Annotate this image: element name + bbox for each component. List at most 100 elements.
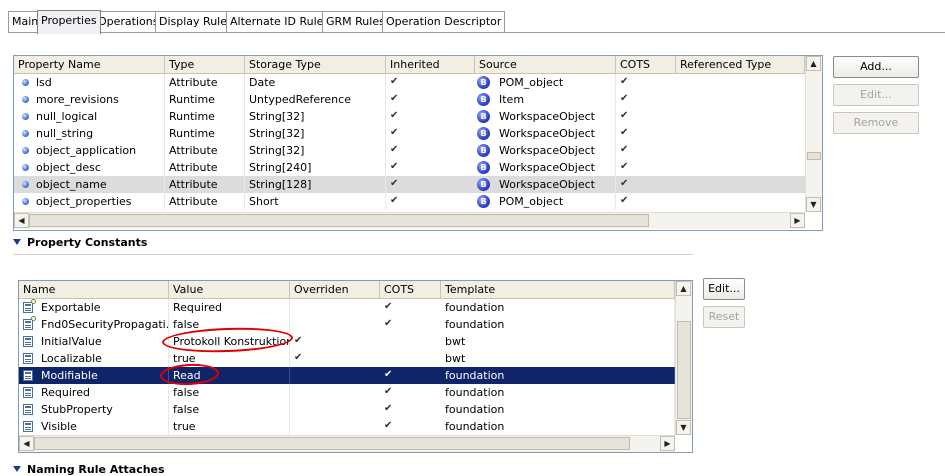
col-type[interactable]: Type — [165, 56, 245, 73]
constants-horizontal-scrollbar[interactable]: ◀ ▶ — [19, 435, 675, 452]
table-row[interactable]: null_logical Runtime String[32] ✔ B Work… — [14, 108, 805, 125]
constant-name: InitialValue — [37, 333, 169, 350]
col-property-name[interactable]: Property Name — [14, 56, 165, 73]
table-row[interactable]: object_properties Attribute Short ✔ B PO… — [14, 193, 805, 210]
cots-check-icon: ✔ — [384, 301, 393, 312]
constants-vertical-scrollbar[interactable]: ▲ ▼ — [675, 281, 692, 435]
scroll-down-icon[interactable]: ▼ — [676, 420, 691, 435]
scroll-right-icon[interactable]: ▶ — [660, 436, 675, 451]
property-type: Attribute — [165, 142, 245, 159]
property-storage: Date — [245, 74, 386, 91]
col-inherited[interactable]: Inherited — [386, 56, 475, 73]
tab-grm-rules[interactable]: GRM Rules — [322, 11, 389, 32]
property-type: Runtime — [165, 91, 245, 108]
edit-property-button[interactable]: Edit... — [833, 84, 919, 106]
col-referenced-type[interactable]: Referenced Type — [676, 56, 805, 73]
business-object-icon: B — [477, 76, 490, 89]
property-name: object_desc — [32, 159, 165, 176]
cots-check-icon: ✔ — [384, 403, 393, 414]
property-type: Runtime — [165, 108, 245, 125]
property-type: Attribute — [165, 193, 245, 210]
scroll-right-icon[interactable]: ▶ — [790, 213, 805, 228]
property-name: null_string — [32, 125, 165, 142]
table-row[interactable]: lsd Attribute Date ✔ B POM_object ✔ — [14, 74, 805, 91]
constant-template: foundation — [441, 418, 675, 435]
table-row[interactable]: Exportable Required ✔ foundation — [19, 299, 675, 316]
col-source[interactable]: Source — [475, 56, 616, 73]
property-constants-section-header[interactable]: Property Constants — [13, 236, 147, 249]
property-source: POM_object — [495, 193, 616, 210]
table-row-selected[interactable]: object_name Attribute String[128] ✔ B Wo… — [14, 176, 805, 193]
col-cots[interactable]: COTS — [616, 56, 676, 73]
tab-display-rules[interactable]: Display Rules — [155, 11, 237, 32]
table-row[interactable]: Localizable true ✔ bwt — [19, 350, 675, 367]
table-row[interactable]: Required false ✔ foundation — [19, 384, 675, 401]
property-icon — [22, 113, 29, 120]
col-overriden[interactable]: Overriden — [290, 281, 380, 298]
table-row[interactable]: more_revisions Runtime UntypedReference … — [14, 91, 805, 108]
scroll-down-icon[interactable]: ▼ — [806, 197, 821, 212]
tab-operation-descriptor[interactable]: Operation Descriptor — [382, 11, 506, 32]
property-icon — [22, 164, 29, 171]
table-row[interactable]: object_application Attribute String[32] … — [14, 142, 805, 159]
scroll-up-icon[interactable]: ▲ — [806, 56, 821, 71]
scroll-thumb[interactable] — [34, 437, 630, 450]
tab-operations[interactable]: Operations — [94, 11, 163, 32]
cots-check-icon: ✔ — [620, 110, 629, 121]
col-value[interactable]: Value — [169, 281, 290, 298]
edit-constant-button[interactable]: Edit... — [703, 278, 745, 300]
table-row[interactable]: Fnd0SecurityPropagati... false ✔ foundat… — [19, 316, 675, 333]
table-row[interactable]: null_string Runtime String[32] ✔ B Works… — [14, 125, 805, 142]
table-row-selected[interactable]: Modifiable Read ✔ foundation — [19, 367, 675, 384]
constant-value: false — [169, 384, 290, 401]
cots-check-icon: ✔ — [620, 195, 629, 206]
naming-rule-attaches-section-header[interactable]: Naming Rule Attaches — [13, 463, 165, 476]
inherited-check-icon: ✔ — [390, 110, 399, 121]
constant-template: bwt — [441, 333, 675, 350]
cots-check-icon: ✔ — [620, 76, 629, 87]
col-name[interactable]: Name — [19, 281, 169, 298]
reset-button[interactable]: Reset — [703, 306, 745, 328]
property-storage: String[240] — [245, 159, 386, 176]
cots-check-icon: ✔ — [384, 369, 393, 380]
scroll-thumb[interactable] — [677, 321, 691, 419]
properties-vertical-scrollbar[interactable]: ▲ ▼ — [805, 56, 822, 212]
business-object-icon: B — [477, 144, 490, 157]
constant-name: StubProperty — [37, 401, 169, 418]
cots-check-icon: ✔ — [620, 93, 629, 104]
remove-button[interactable]: Remove — [833, 112, 919, 134]
constant-template: foundation — [441, 299, 675, 316]
cots-check-icon: ✔ — [620, 127, 629, 138]
inherited-check-icon: ✔ — [390, 195, 399, 206]
constant-name: Modifiable — [37, 367, 169, 384]
cots-check-icon: ✔ — [384, 420, 393, 431]
property-storage: String[32] — [245, 142, 386, 159]
property-name: object_application — [32, 142, 165, 159]
inherited-check-icon: ✔ — [390, 93, 399, 104]
collapse-triangle-icon — [13, 466, 21, 472]
properties-horizontal-scrollbar[interactable]: ◀ ▶ — [14, 212, 805, 229]
table-row[interactable]: StubProperty false ✔ foundation — [19, 401, 675, 418]
add-button[interactable]: Add... — [833, 56, 919, 78]
scroll-thumb[interactable] — [807, 152, 821, 160]
constant-name: Fnd0SecurityPropagati... — [37, 316, 169, 333]
col-storage-type[interactable]: Storage Type — [245, 56, 386, 73]
col-template[interactable]: Template — [441, 281, 675, 298]
table-row[interactable]: InitialValue Protokoll Konstruktion ✔ bw… — [19, 333, 675, 350]
property-name: object_properties — [32, 193, 165, 210]
table-row[interactable]: Visible true ✔ foundation — [19, 418, 675, 435]
property-type: Attribute — [165, 176, 245, 193]
property-name: lsd — [32, 74, 165, 91]
tab-properties[interactable]: Properties — [37, 10, 101, 34]
property-source: Item — [495, 91, 616, 108]
table-row[interactable]: object_desc Attribute String[240] ✔ B Wo… — [14, 159, 805, 176]
scroll-left-icon[interactable]: ◀ — [19, 436, 34, 451]
col-cots[interactable]: COTS — [380, 281, 441, 298]
constant-template: foundation — [441, 316, 675, 333]
tab-alternate-id-rules[interactable]: Alternate ID Rules — [226, 11, 334, 32]
tab-bar-divider — [8, 32, 945, 33]
inherited-check-icon: ✔ — [390, 127, 399, 138]
scroll-up-icon[interactable]: ▲ — [676, 281, 691, 296]
scroll-thumb[interactable] — [29, 214, 649, 227]
scroll-left-icon[interactable]: ◀ — [14, 213, 29, 228]
